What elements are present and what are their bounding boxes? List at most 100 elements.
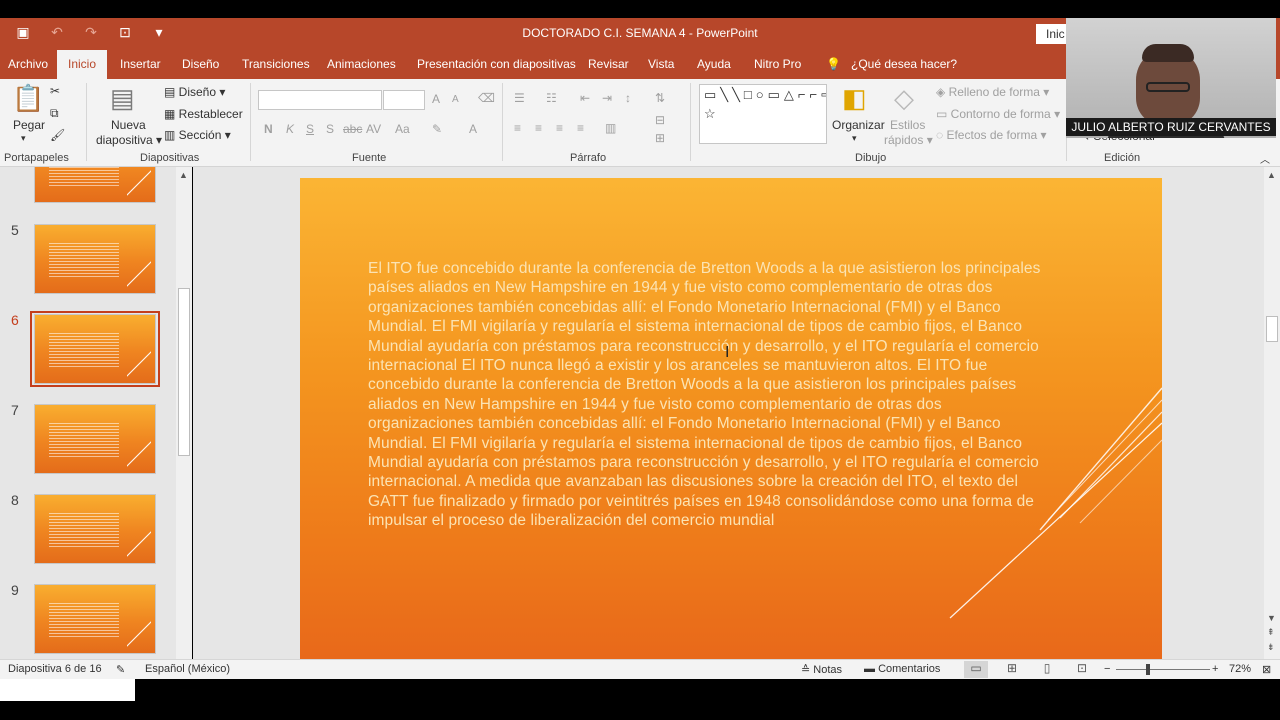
tab-revisar[interactable]: Revisar xyxy=(588,50,629,79)
zoom-out-icon[interactable]: − xyxy=(1104,663,1110,675)
cut-icon[interactable]: ✂ xyxy=(50,84,60,98)
tab-vista[interactable]: Vista xyxy=(648,50,674,79)
tab-ayuda[interactable]: Ayuda xyxy=(697,50,731,79)
copy-icon[interactable]: ⧉ xyxy=(50,106,59,121)
slide-thumbnail[interactable] xyxy=(34,584,156,654)
font-color-button[interactable]: A xyxy=(469,122,477,136)
layout-button[interactable]: ▤ Diseño ▾ xyxy=(164,85,225,99)
next-slide-icon[interactable]: ⇟ xyxy=(1267,642,1275,653)
highlight-icon[interactable]: ✎ xyxy=(432,122,442,136)
collapse-ribbon-icon[interactable]: ︿ xyxy=(1260,151,1270,166)
align-right-icon[interactable]: ≡ xyxy=(556,121,563,135)
thumbnail-scrollbar[interactable]: ▲ xyxy=(176,167,192,659)
paste-dropdown-icon[interactable]: ▾ xyxy=(21,133,26,144)
increase-indent-icon[interactable]: ⇥ xyxy=(602,91,612,105)
slide-sorter-icon[interactable]: ⊞ xyxy=(1000,661,1024,678)
editor-scrollbar[interactable]: ▲ ▼ ⇞ ⇟ xyxy=(1264,167,1280,659)
line-spacing-icon[interactable]: ↕ xyxy=(625,91,631,105)
shape-outline-button[interactable]: ▭ Contorno de forma ▾ xyxy=(936,107,1060,121)
numbering-icon[interactable]: ☷ xyxy=(546,91,557,105)
align-text-icon[interactable]: ⊟ xyxy=(655,113,665,127)
section-button[interactable]: ▥ Sección ▾ xyxy=(164,128,231,142)
slide-thumbnail[interactable] xyxy=(34,494,156,564)
current-slide[interactable]: El ITO fue concebido durante la conferen… xyxy=(300,178,1162,659)
language-indicator[interactable]: Español (México) xyxy=(145,663,230,675)
slide-thumbnail[interactable] xyxy=(34,404,156,474)
clear-format-icon[interactable]: ⌫ xyxy=(478,91,495,105)
quick-styles-icon[interactable]: ◇ xyxy=(894,83,914,114)
smartart-icon[interactable]: ⊞ xyxy=(655,131,665,145)
shapes-gallery[interactable]: ▭╲╲□○▭△⌐⌐⇨⇩⬠↯⌒⌒{}☆ xyxy=(699,84,827,144)
arrange-button[interactable]: Organizar xyxy=(832,118,885,132)
tab-animaciones[interactable]: Animaciones xyxy=(327,50,396,79)
zoom-slider-knob[interactable] xyxy=(1146,664,1150,675)
slide-thumbnail[interactable] xyxy=(34,167,156,203)
scroll-up-icon[interactable]: ▲ xyxy=(179,170,188,180)
new-slide-icon[interactable]: ▤ xyxy=(110,83,135,114)
tell-me-search[interactable]: ¿Qué desea hacer? xyxy=(851,50,957,79)
grow-font-button[interactable]: A xyxy=(432,92,440,106)
tab-inicio[interactable]: Inicio xyxy=(57,50,108,79)
separator xyxy=(690,83,691,161)
quick-styles-dropdown[interactable]: rápidos ▾ xyxy=(884,133,933,147)
shrink-font-button[interactable]: A xyxy=(452,94,459,105)
reset-button[interactable]: ▦ Restablecer xyxy=(164,107,243,121)
normal-view-icon[interactable]: ▭ xyxy=(964,661,988,678)
tab-transiciones[interactable]: Transiciones xyxy=(242,50,310,79)
new-slide-button[interactable]: Nueva xyxy=(111,118,146,132)
slide-thumbnail-selected[interactable] xyxy=(34,314,156,384)
new-slide-label: diapositiva xyxy=(96,133,153,147)
new-slide-dropdown[interactable]: diapositiva ▾ xyxy=(96,133,162,147)
tab-presentacion[interactable]: Presentación con diapositivas xyxy=(417,50,576,79)
group-label-diapositivas: Diapositivas xyxy=(140,152,200,164)
paste-button[interactable]: Pegar xyxy=(13,118,45,132)
italic-button[interactable]: K xyxy=(286,122,294,136)
tab-insertar[interactable]: Insertar xyxy=(120,50,161,79)
tab-nitro-pro[interactable]: Nitro Pro xyxy=(754,50,801,79)
shadow-button[interactable]: S xyxy=(326,122,334,136)
zoom-level[interactable]: 72% xyxy=(1229,663,1251,675)
columns-icon[interactable]: ▥ xyxy=(605,121,616,135)
decrease-indent-icon[interactable]: ⇤ xyxy=(580,91,590,105)
powerpoint-window: ▣ ↶ ↷ ⊡ ▾ DOCTORADO C.I. SEMANA 4 - Powe… xyxy=(0,0,1280,720)
presenter-name: JULIO ALBERTO RUIZ CERVANTES xyxy=(1066,118,1276,136)
shape-effects-button[interactable]: ◌ Efectos de forma ▾ xyxy=(936,128,1047,142)
arrange-icon[interactable]: ◧ xyxy=(842,83,867,114)
notes-button[interactable]: ≙ Notas xyxy=(801,663,842,676)
slideshow-icon[interactable]: ⊡ xyxy=(1070,661,1094,678)
slide-thumbnail[interactable] xyxy=(34,224,156,294)
comments-button[interactable]: ▬ Comentarios xyxy=(864,663,940,675)
shape-fill-button[interactable]: ◈ Relleno de forma ▾ xyxy=(936,85,1049,99)
align-center-icon[interactable]: ≡ xyxy=(535,121,542,135)
underline-button[interactable]: S xyxy=(306,122,314,136)
justify-icon[interactable]: ≡ xyxy=(577,121,584,135)
scroll-down-icon[interactable]: ▼ xyxy=(1267,613,1276,623)
spelling-icon[interactable]: ✎ xyxy=(116,663,125,676)
tab-diseno[interactable]: Diseño xyxy=(182,50,219,79)
quick-styles-button[interactable]: Estilos xyxy=(890,118,925,132)
font-name-field[interactable] xyxy=(258,90,382,110)
bullets-icon[interactable]: ☰ xyxy=(514,91,525,105)
previous-slide-icon[interactable]: ⇞ xyxy=(1267,627,1275,638)
arrange-dropdown-icon[interactable]: ▾ xyxy=(852,133,857,144)
tab-archivo[interactable]: Archivo xyxy=(8,50,48,79)
bold-button[interactable]: N xyxy=(264,122,273,136)
paste-icon[interactable]: 📋 xyxy=(12,83,44,114)
zoom-in-icon[interactable]: + xyxy=(1212,663,1218,675)
slide-body-text[interactable]: El ITO fue concebido durante la conferen… xyxy=(368,259,1048,531)
format-painter-icon[interactable]: 🖌 xyxy=(50,128,65,142)
scroll-up-icon[interactable]: ▲ xyxy=(1267,170,1276,180)
change-case-button[interactable]: Aa xyxy=(395,122,410,136)
fit-to-window-icon[interactable]: ⊠ xyxy=(1262,663,1271,676)
reset-label: Restablecer xyxy=(178,107,243,121)
zoom-slider-track[interactable] xyxy=(1116,669,1210,670)
char-spacing-button[interactable]: AV xyxy=(366,122,381,136)
editor-scroll-thumb[interactable] xyxy=(1266,316,1278,342)
group-label-fuente: Fuente xyxy=(352,152,387,164)
font-size-field[interactable] xyxy=(383,90,425,110)
strikethrough-button[interactable]: abc xyxy=(343,122,362,136)
thumbnail-scroll-thumb[interactable] xyxy=(178,288,190,456)
text-direction-icon[interactable]: ⇅ xyxy=(655,91,665,105)
reading-view-icon[interactable]: ▯ xyxy=(1035,661,1059,678)
align-left-icon[interactable]: ≡ xyxy=(514,121,521,135)
